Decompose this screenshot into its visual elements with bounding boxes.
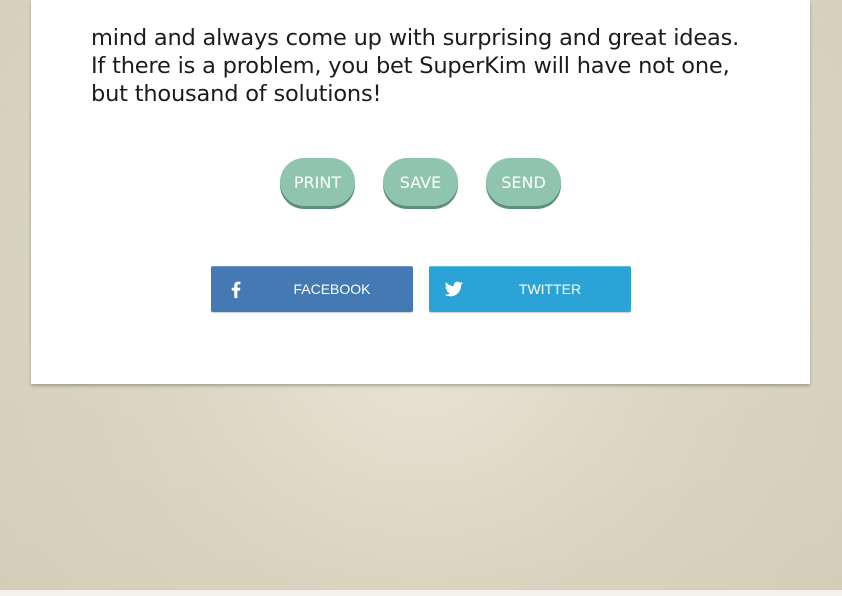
story-text: mind and always come up with surprising … <box>91 24 771 108</box>
facebook-share-button[interactable]: FACEBOOK <box>211 266 413 312</box>
save-button[interactable]: SAVE <box>383 158 458 206</box>
twitter-share-button[interactable]: TWITTER <box>429 266 631 312</box>
facebook-label: FACEBOOK <box>293 281 371 297</box>
story-line: but thousand of solutions! <box>91 81 382 107</box>
print-button[interactable]: PRINT <box>280 158 355 206</box>
twitter-bird-icon <box>444 281 464 297</box>
facebook-f-icon <box>231 281 241 299</box>
page-bottom-edge <box>0 590 842 596</box>
send-button[interactable]: SEND <box>486 158 561 206</box>
story-line: If there is a problem, you bet SuperKim … <box>91 53 730 79</box>
twitter-label: TWITTER <box>518 281 582 297</box>
story-line: mind and always come up with surprising … <box>91 25 740 51</box>
story-card: mind and always come up with surprising … <box>31 0 810 384</box>
